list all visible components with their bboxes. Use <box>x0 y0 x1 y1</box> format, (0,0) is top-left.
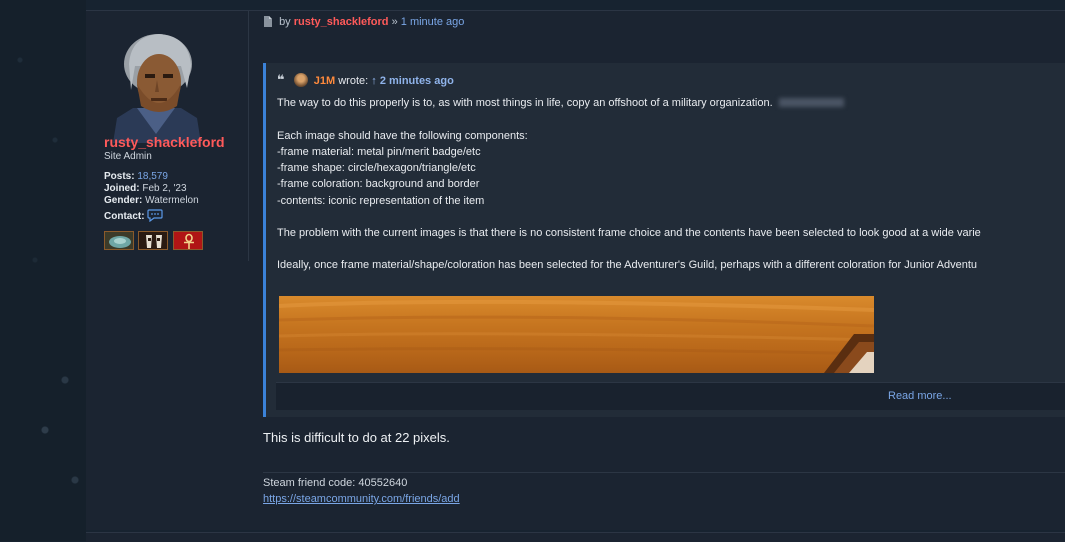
read-more-link[interactable]: Read more... <box>888 390 952 402</box>
badge-1-icon[interactable] <box>104 231 134 250</box>
quote-line: -frame shape: circle/hexagon/triangle/et… <box>277 162 476 174</box>
signature-text: Steam friend code: 40552640 <box>263 477 408 489</box>
post-reply-text: This is difficult to do at 22 pixels. <box>263 430 450 445</box>
quote-author-avatar <box>293 73 308 87</box>
quote-line-text: The way to do this properly is to, as wi… <box>277 97 773 109</box>
profile-username[interactable]: rusty_shackleford <box>104 134 225 150</box>
quote-line: -contents: iconic representation of the … <box>277 195 485 207</box>
profile-rank: Site Admin <box>104 151 152 162</box>
quote-wrote: wrote: <box>338 75 369 87</box>
profile-joined: Joined: Feb 2, '23 <box>104 183 187 194</box>
meta-time-link[interactable]: 1 minute ago <box>401 16 465 28</box>
quote-image[interactable] <box>279 296 874 373</box>
signature-divider <box>263 472 1065 473</box>
chat-bubble-icon[interactable] <box>147 209 163 225</box>
quote-author-link[interactable]: J1M <box>314 75 335 87</box>
quote-line: The problem with the current images is t… <box>277 227 981 239</box>
post-meta: by rusty_shackleford » 1 minute ago <box>263 16 464 30</box>
profile-posts: Posts: 18,579 <box>104 171 168 182</box>
quote-line: Ideally, once frame material/shape/color… <box>277 259 977 271</box>
contact-label: Contact: <box>104 211 145 222</box>
gender-label: Gender: <box>104 195 143 206</box>
posts-label: Posts: <box>104 171 135 182</box>
meta-prefix: by <box>279 16 291 28</box>
quote-line: Each image should have the following com… <box>277 130 528 142</box>
joined-value: Feb 2, '23 <box>142 183 187 194</box>
blurred-text <box>778 98 844 107</box>
badge-2-icon[interactable] <box>138 231 168 250</box>
gender-value: Watermelon <box>145 195 199 206</box>
profile-contact: Contact: <box>104 209 163 225</box>
page-background <box>0 0 86 541</box>
post-body: by rusty_shackleford » 1 minute ago ❝ J1… <box>263 11 1065 530</box>
posts-count-link[interactable]: 18,579 <box>137 171 168 182</box>
forum-post: rusty_shackleford Site Admin Posts: 18,5… <box>86 10 1065 530</box>
profile-gender: Gender: Watermelon <box>104 195 199 206</box>
post-file-icon[interactable] <box>263 16 272 30</box>
quote-line: -frame material: metal pin/merit badge/e… <box>277 146 481 158</box>
quote-line: -frame coloration: background and border <box>277 178 480 190</box>
ankh-badge-icon[interactable] <box>173 231 203 250</box>
post-profile: rusty_shackleford Site Admin Posts: 18,5… <box>86 11 249 261</box>
quote-arrow-icon[interactable]: ↑ <box>371 75 377 87</box>
meta-separator: » <box>391 16 398 28</box>
quote-mark-icon: ❝ <box>277 72 285 87</box>
signature-link[interactable]: https://steamcommunity.com/friends/add <box>263 493 460 505</box>
quote-time-link[interactable]: 2 minutes ago <box>380 75 454 87</box>
quote-block: ❝ J1M wrote: ↑ 2 minutes ago The way to … <box>263 63 1065 417</box>
quote-header: ❝ J1M wrote: ↑ 2 minutes ago <box>277 72 454 88</box>
quote-line: The way to do this properly is to, as wi… <box>277 97 844 109</box>
read-more-bar: Read more... <box>276 382 1065 410</box>
meta-author-link[interactable]: rusty_shackleford <box>294 16 389 28</box>
avatar[interactable] <box>103 26 210 143</box>
joined-label: Joined: <box>104 183 140 194</box>
